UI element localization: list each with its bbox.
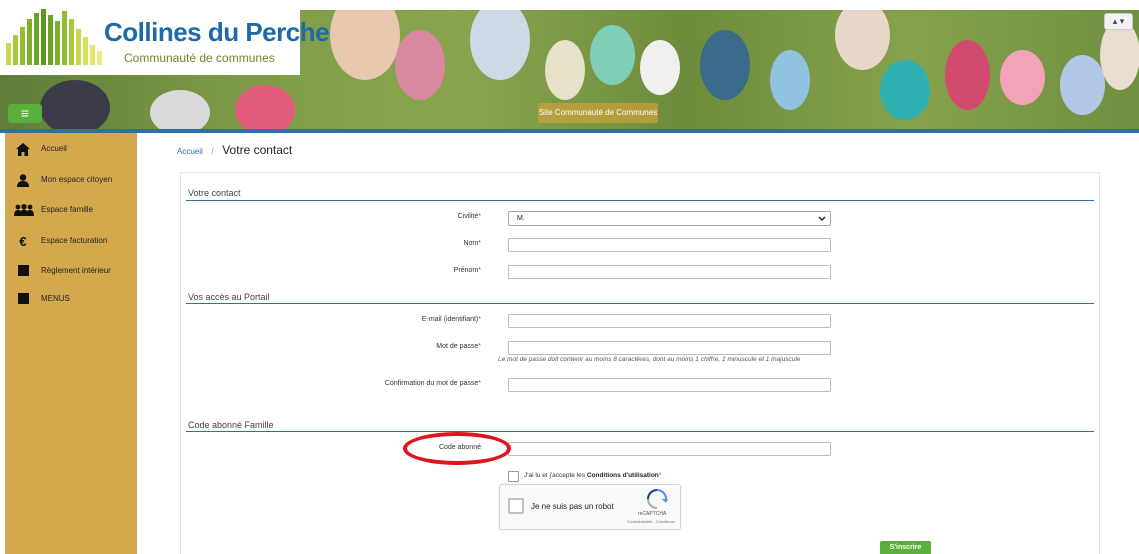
home-icon [15,143,31,157]
square-icon [15,293,31,307]
sidebar: Accueil Mon espace citoyen Espace famill… [5,133,137,554]
user-dropdown-icon: ▴ ▾ [1112,16,1125,26]
recaptcha-checkbox[interactable] [508,498,524,514]
section-title-code: Code abonné Famille [188,420,274,430]
nom-label: Nom* [463,240,481,247]
cgu-checkbox[interactable] [508,471,519,482]
user-icon [15,174,31,188]
sidebar-item-label: Espace famille [41,205,94,214]
logo-subtitle: Communauté de communes [124,51,275,65]
breadcrumb-home-link[interactable]: Accueil [177,147,203,156]
site-label[interactable]: Site Communauté de Communes [538,103,658,123]
section-title-portail: Vos accès au Portail [188,292,270,302]
logo[interactable]: Collines du Perche Communauté de commune… [0,0,330,75]
sidebar-item-label: Règlement intérieur [41,266,111,275]
section-divider [186,303,1094,304]
civilite-select-value: M. [517,215,525,222]
page-title: Votre contact [222,143,293,157]
password-label: Mot de passe* [436,343,481,350]
password-input[interactable] [508,341,831,355]
recaptcha-label: Je ne suis pas un robot [531,502,614,511]
recaptcha-logo-icon [646,489,668,509]
highlight-circle [403,432,511,465]
prenom-label: Prénom* [453,267,481,274]
prenom-input[interactable] [508,265,831,279]
cgu-label: J'ai lu et j'accepte les Conditions d'ut… [524,472,662,479]
sidebar-item-reglement-interieur[interactable]: Règlement intérieur [5,262,137,282]
sidebar-item-espace-famille[interactable]: Espace famille [5,201,137,221]
nom-input[interactable] [508,238,831,252]
hamburger-menu-button[interactable]: ≡ [8,104,42,123]
recaptcha-widget: Je ne suis pas un robot reCAPTCHA Confid… [499,484,681,530]
hamburger-icon: ≡ [20,105,30,121]
sidebar-item-accueil[interactable]: Accueil [5,140,137,160]
sidebar-item-label: Accueil [41,144,67,153]
section-divider [186,200,1094,201]
breadcrumb-separator: / [211,146,214,156]
cgu-link[interactable]: Conditions d'utilisation [587,472,659,479]
email-label: E-mail (identifiant)* [421,316,481,323]
sidebar-item-label: Espace facturation [41,236,108,245]
confirm-password-input[interactable] [508,378,831,392]
section-divider [186,431,1094,432]
chevron-down-icon [818,213,826,227]
euro-icon: € [19,234,27,249]
confirm-password-label: Confirmation du mot de passe* [384,380,481,387]
sidebar-item-label: Mon espace citoyen [41,175,113,184]
banner-bottom-strip [0,129,1139,133]
section-title-contact: Votre contact [188,188,241,198]
recaptcha-links[interactable]: Confidentialité - Conditions [627,519,675,524]
password-hint: Le mot de passe doit contenir au moins 8… [498,356,801,363]
sidebar-item-espace-facturation[interactable]: € Espace facturation [5,232,137,252]
civilite-select[interactable]: M. [508,211,831,226]
recaptcha-brand: reCAPTCHA [638,511,667,517]
square-icon [15,265,31,279]
civilite-label: Civilité* [457,213,481,220]
logo-title: Collines du Perche [104,17,330,47]
sidebar-item-mon-espace-citoyen[interactable]: Mon espace citoyen [5,171,137,191]
code-abonne-input[interactable] [508,442,831,456]
logo-bars-icon [6,9,106,65]
submit-button[interactable]: S'inscrire [880,541,931,554]
sidebar-item-menus[interactable]: MENUS [5,290,137,310]
breadcrumb: Accueil / Votre contact [177,141,292,159]
family-icon [13,204,35,218]
email-input[interactable] [508,314,831,328]
sidebar-item-label: MENUS [41,294,70,303]
header-banner: Collines du Perche Communauté de commune… [0,0,1139,133]
user-menu-button[interactable]: ▴ ▾ [1104,13,1133,30]
